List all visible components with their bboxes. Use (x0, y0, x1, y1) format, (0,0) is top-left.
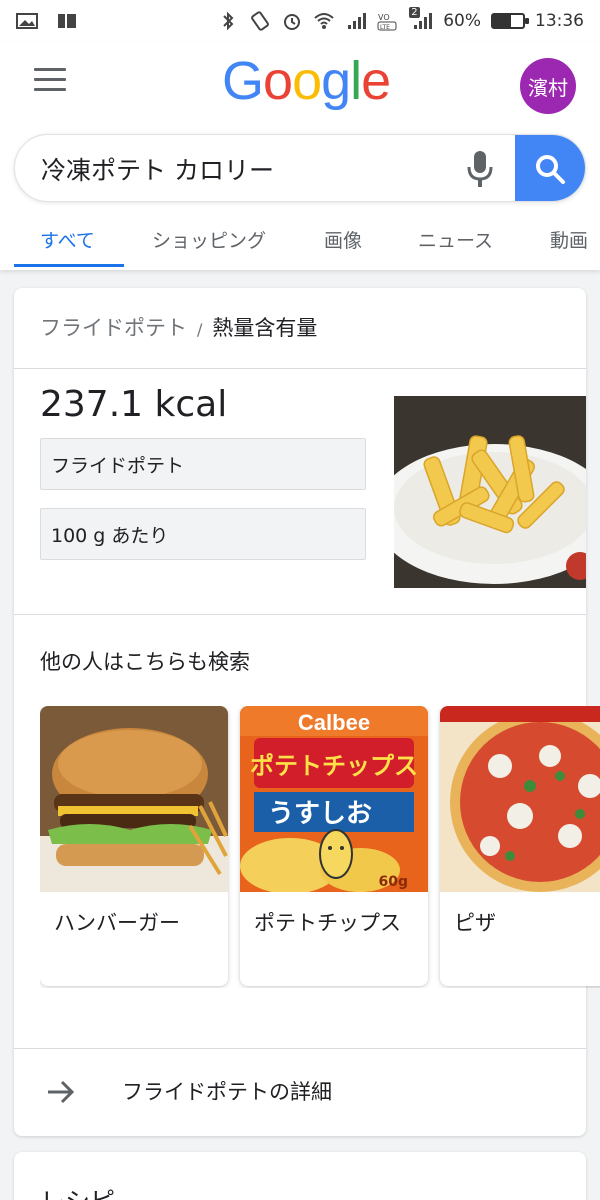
divider (14, 614, 586, 615)
chips-name: ポテトチップス (250, 752, 418, 780)
food-select[interactable]: フライドポテト (40, 438, 366, 490)
related-label: ポテトチップス (254, 911, 401, 935)
more-about-label: フライドポテトの詳細 (122, 1080, 332, 1104)
menu-button[interactable] (34, 68, 66, 92)
more-about-link[interactable]: フライドポテトの詳細 (14, 1050, 586, 1134)
wifi-icon (314, 13, 334, 29)
book-notification-icon (58, 14, 76, 28)
logo-letter: G (222, 51, 264, 111)
vibrate-icon (251, 11, 270, 31)
divider (14, 1048, 586, 1049)
hamburger-icon (34, 68, 66, 71)
hamburger-image (40, 706, 228, 892)
related-tile-pizza[interactable]: ピザ (440, 706, 600, 986)
account-avatar[interactable]: 濱村 (520, 58, 576, 114)
signal-2-icon: 2 (409, 7, 433, 31)
breadcrumb: フライドポテト / 熱量含有量 (40, 312, 317, 342)
tab-news[interactable]: ニュース (418, 226, 493, 253)
related-searches-title: 他の人はこちらも検索 (40, 650, 250, 674)
related-tile-hamburger[interactable]: ハンバーガー (40, 706, 228, 986)
breadcrumb-topic: 熱量含有量 (212, 316, 318, 340)
chips-weight: 60g (378, 874, 408, 890)
search-tabs: すべて ショッピング 画像 ニュース 動画 (0, 216, 600, 270)
recipe-card-title: レシピ (40, 1182, 115, 1200)
breadcrumb-separator: / (197, 320, 203, 339)
tab-videos[interactable]: 動画 (550, 226, 588, 253)
search-icon (536, 155, 565, 184)
battery-icon (491, 13, 529, 29)
related-label: ハンバーガー (54, 911, 180, 935)
logo-letter: o (263, 51, 293, 111)
signal-1-icon (348, 13, 367, 29)
french-fries-image[interactable] (394, 396, 586, 588)
logo-letter: o (292, 51, 322, 111)
logo-letter: e (361, 51, 391, 111)
battery-percent: 60% (443, 11, 481, 31)
nutrition-card: フライドポテト / 熱量含有量 237.1 kcal フライドポテト 100 g あ… (14, 288, 600, 1136)
svg-text:LTE: LTE (380, 24, 390, 31)
search-header: Google 濱村 冷凍ポテト カロリー すべて ショッピング 画像 ニュース … (0, 42, 600, 270)
breadcrumb-food[interactable]: フライドポテト (40, 316, 187, 340)
related-carousel: ハンバーガー Calbee ポテトチップス うすしお 60g ポテトチップス ピ… (40, 706, 600, 988)
search-button[interactable] (515, 135, 585, 201)
clock: 13:36 (535, 11, 584, 31)
tab-all[interactable]: すべて (40, 226, 95, 253)
microphone-icon[interactable] (465, 149, 495, 189)
logo-letter: g (321, 51, 351, 111)
bluetooth-icon (223, 11, 234, 31)
logo-letter: l (350, 51, 362, 111)
active-tab-indicator (14, 264, 124, 267)
search-box[interactable]: 冷凍ポテト カロリー (14, 134, 586, 202)
chips-brand: Calbee (298, 710, 370, 735)
related-tile-potato-chips[interactable]: Calbee ポテトチップス うすしお 60g ポテトチップス (240, 706, 428, 986)
chips-flavor: うすしお (268, 799, 372, 829)
tab-shopping[interactable]: ショッピング (152, 226, 266, 253)
arrow-right-icon (48, 1080, 75, 1104)
amount-select[interactable]: 100 g あたり (40, 508, 366, 560)
google-logo[interactable]: Google (222, 50, 391, 112)
alarm-icon (284, 14, 301, 30)
potato-chips-image: Calbee ポテトチップス うすしお 60g (240, 706, 428, 894)
calorie-value: 237.1 kcal (40, 384, 228, 425)
recipe-card: レシピ (14, 1152, 586, 1200)
volte-icon: VO LTE (377, 13, 397, 31)
image-notification-icon (16, 13, 38, 29)
tab-images[interactable]: 画像 (324, 226, 362, 253)
status-bar: VO LTE 2 60% 13:36 (0, 0, 600, 42)
svg-text:VO: VO (378, 13, 390, 22)
divider (14, 368, 586, 369)
pizza-image (440, 706, 600, 892)
related-label: ピザ (454, 911, 496, 935)
search-input[interactable]: 冷凍ポテト カロリー (41, 151, 274, 187)
